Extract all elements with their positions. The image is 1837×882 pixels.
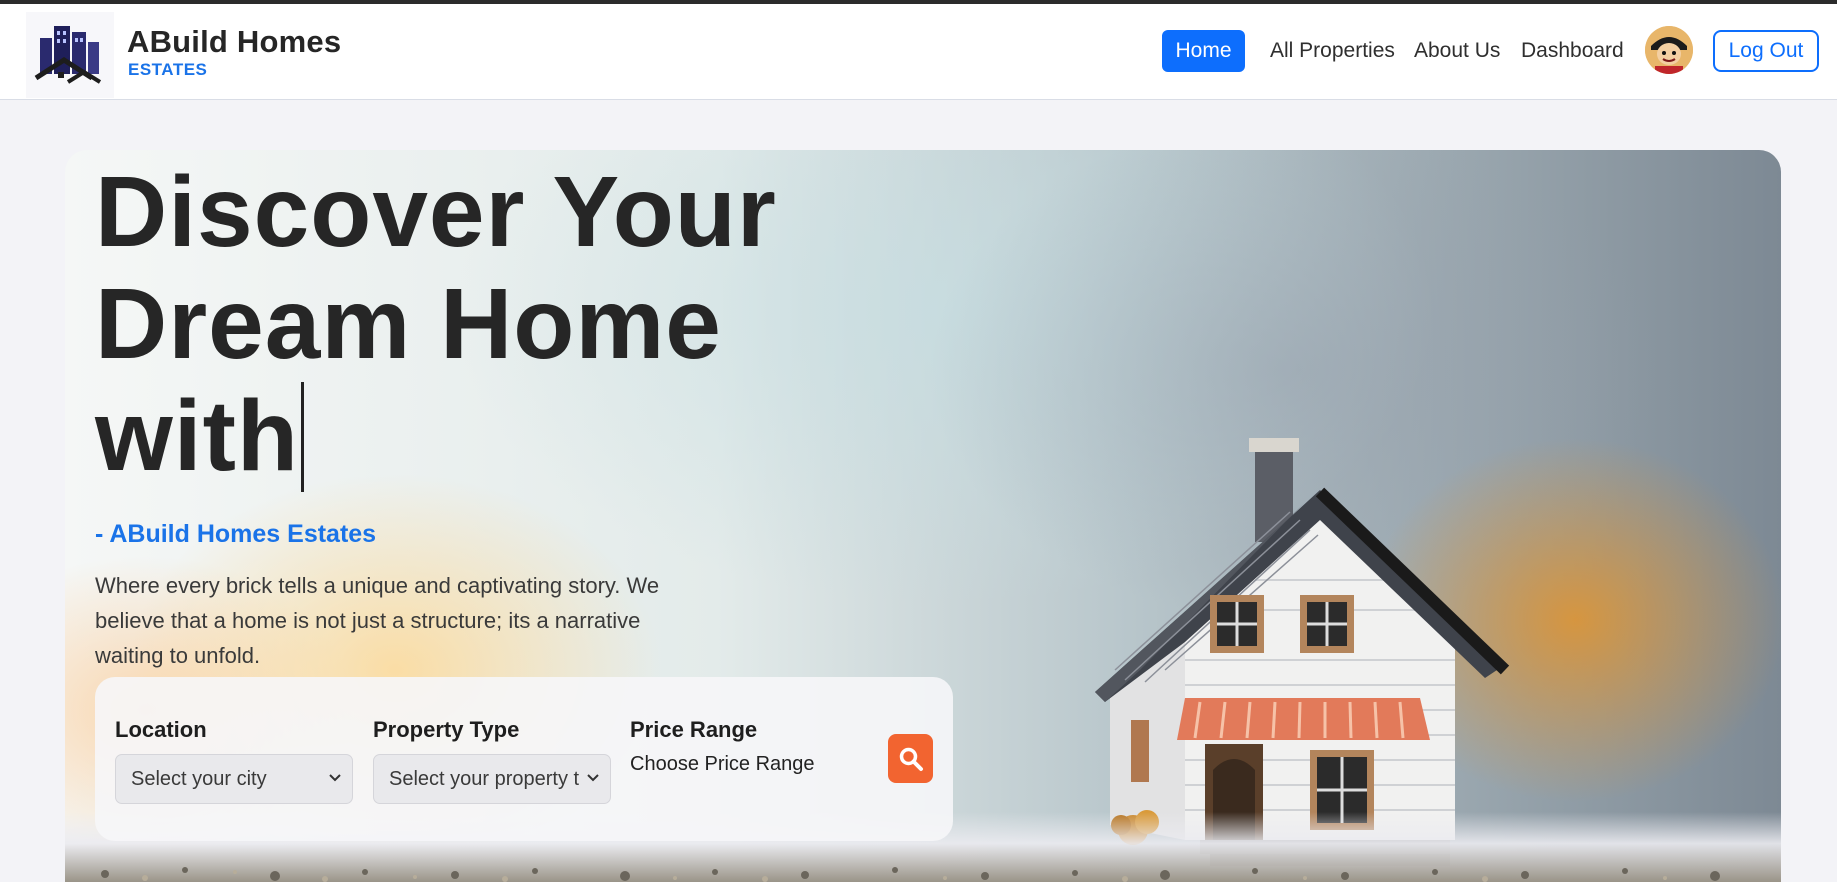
hero-title-line-1: Discover Your xyxy=(95,156,777,268)
property-type-select-value: Select your property t xyxy=(389,768,580,790)
hero-title-line-2: Dream Home xyxy=(95,268,722,380)
price-range-label: Price Range xyxy=(630,717,758,742)
hero-title: Discover Your Dream Home with xyxy=(95,156,815,492)
pebbles-decoration xyxy=(101,867,1720,882)
nav-all-properties-link[interactable]: All Properties xyxy=(1270,30,1395,72)
buildings-logo-icon xyxy=(34,26,102,84)
search-icon xyxy=(899,747,923,771)
property-type-label: Property Type xyxy=(373,717,520,742)
location-select[interactable]: Select your city xyxy=(115,754,353,804)
chevron-down-icon xyxy=(584,755,602,803)
hero-banner: Discover Your Dream Home with - ABuild H… xyxy=(65,150,1781,882)
hero-description: Where every brick tells a unique and cap… xyxy=(95,573,660,668)
property-type-select[interactable]: Select your property t xyxy=(373,754,611,804)
typing-caret xyxy=(300,382,304,492)
location-label: Location xyxy=(115,717,207,742)
logout-button[interactable]: Log Out xyxy=(1713,30,1819,72)
brand-name: ABuild Homes xyxy=(127,24,342,59)
location-select-value: Select your city xyxy=(131,768,267,790)
avatar-icon xyxy=(1645,26,1693,74)
nav-home-link[interactable]: Home xyxy=(1162,30,1245,72)
brand-logo[interactable] xyxy=(26,12,114,98)
brand-subtitle: ESTATES xyxy=(128,60,208,79)
user-avatar[interactable] xyxy=(1645,26,1693,74)
search-button[interactable] xyxy=(888,734,933,783)
chevron-down-icon xyxy=(326,755,344,803)
navbar: ABuild Homes ESTATES Home All Properties… xyxy=(0,4,1837,100)
hero-tagline: - ABuild Homes Estates xyxy=(95,520,377,548)
nav-about-us-link[interactable]: About Us xyxy=(1414,30,1500,72)
hero-title-line-3: with xyxy=(95,380,299,492)
property-search-card: Location Select your city Property Type … xyxy=(95,677,953,841)
nav-dashboard-link[interactable]: Dashboard xyxy=(1521,30,1624,72)
price-range-picker[interactable]: Choose Price Range xyxy=(630,753,815,776)
